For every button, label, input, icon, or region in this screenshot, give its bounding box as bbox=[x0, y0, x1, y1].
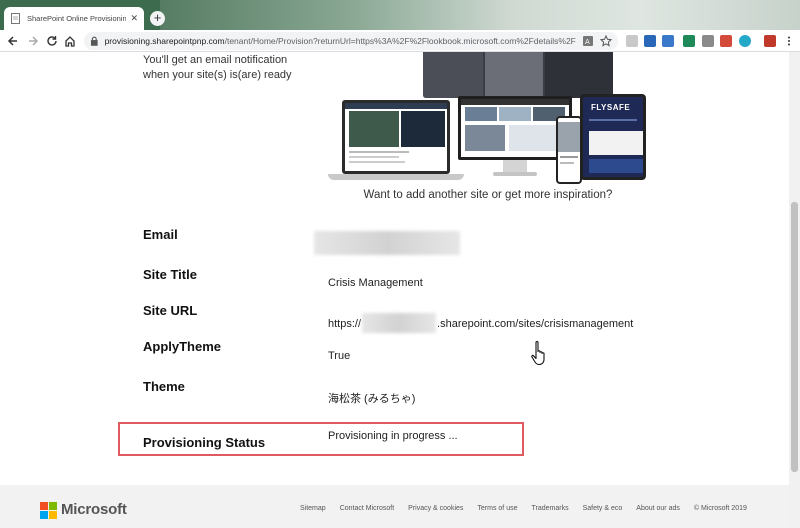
hero-background-panel bbox=[423, 52, 613, 98]
phone-device bbox=[556, 116, 582, 184]
scrollbar-thumb[interactable] bbox=[791, 202, 798, 472]
url-path: /tenant/Home/Provision?returnUrl=https%3… bbox=[224, 36, 576, 46]
footer-link-sitemap[interactable]: Sitemap bbox=[300, 505, 326, 512]
extension-icon[interactable] bbox=[683, 35, 695, 47]
browser-toolbar: provisioning.sharepointpnp.com/tenant/Ho… bbox=[0, 30, 800, 52]
email-value-redacted bbox=[314, 231, 460, 255]
tenant-name-redacted bbox=[362, 313, 437, 333]
tab-title: SharePoint Online Provisioning bbox=[27, 14, 127, 23]
site-title-value: Crisis Management bbox=[328, 277, 423, 289]
provisioning-status-label: Provisioning Status bbox=[143, 435, 266, 450]
extension-icon[interactable] bbox=[720, 35, 732, 47]
footer-link-privacy[interactable]: Privacy & cookies bbox=[408, 505, 463, 512]
hero-caption: Want to add another site or get more ins… bbox=[363, 189, 613, 201]
lock-icon bbox=[90, 36, 98, 46]
translate-icon[interactable]: A bbox=[582, 35, 594, 47]
footer-copyright: © Microsoft 2019 bbox=[693, 505, 747, 512]
home-icon bbox=[65, 36, 75, 47]
site-url-label: Site URL bbox=[143, 303, 198, 318]
vertical-scrollbar[interactable] bbox=[789, 52, 800, 528]
arrow-right-icon bbox=[29, 36, 39, 46]
monitor-device bbox=[458, 96, 572, 176]
theme-value: 海松茶 (みるちゃ) bbox=[328, 393, 416, 405]
extension-icon[interactable] bbox=[626, 35, 638, 47]
star-icon[interactable] bbox=[600, 35, 612, 47]
site-url-suffix: .sharepoint.com/sites/crisismanagement bbox=[437, 318, 634, 330]
microsoft-logo-icon bbox=[40, 502, 57, 519]
site-url-value: https:// .sharepoint.com/sites/crisismana… bbox=[328, 313, 633, 333]
menu-button[interactable] bbox=[780, 32, 798, 50]
tablet-logo-text: FLYSAFE bbox=[591, 103, 631, 112]
theme-label: Theme bbox=[143, 379, 185, 394]
extension-icon[interactable] bbox=[662, 35, 674, 47]
svg-text:A: A bbox=[585, 38, 590, 46]
extension-icon[interactable] bbox=[739, 35, 751, 47]
new-tab-button[interactable]: + bbox=[150, 11, 165, 26]
extension-icon[interactable] bbox=[702, 35, 714, 47]
microsoft-wordmark: Microsoft bbox=[61, 501, 127, 518]
url-text: provisioning.sharepointpnp.com/tenant/Ho… bbox=[105, 36, 576, 46]
hero-devices-image: FLYSAFE bbox=[328, 52, 648, 186]
site-title-label: Site Title bbox=[143, 267, 197, 282]
close-icon[interactable]: ✕ bbox=[130, 13, 138, 24]
apply-theme-value: True bbox=[328, 350, 351, 362]
reload-icon bbox=[47, 36, 57, 46]
email-label: Email bbox=[143, 227, 178, 242]
forward-button[interactable] bbox=[24, 32, 42, 50]
email-notification-text: You'll get an email notification when yo… bbox=[143, 54, 292, 81]
site-url-prefix: https:// bbox=[328, 318, 362, 330]
footer-link-safety[interactable]: Safety & eco bbox=[583, 505, 623, 512]
browser-tab[interactable]: SharePoint Online Provisioning ✕ bbox=[4, 7, 144, 30]
home-button[interactable] bbox=[61, 32, 79, 50]
footer-link-ads[interactable]: About our ads bbox=[636, 505, 680, 512]
tab-strip-background bbox=[160, 0, 800, 30]
footer-links: Sitemap Contact Microsoft Privacy & cook… bbox=[300, 505, 747, 512]
laptop-device bbox=[328, 100, 464, 182]
footer-link-terms[interactable]: Terms of use bbox=[477, 505, 517, 512]
profile-icon[interactable] bbox=[764, 35, 776, 47]
browser-tab-strip: SharePoint Online Provisioning ✕ + bbox=[0, 0, 800, 30]
url-host: provisioning.sharepointpnp.com bbox=[104, 36, 225, 46]
footer-link-contact[interactable]: Contact Microsoft bbox=[340, 505, 394, 512]
footer-link-trademarks[interactable]: Trademarks bbox=[531, 505, 568, 512]
apply-theme-label: ApplyTheme bbox=[143, 339, 222, 354]
more-vertical-icon bbox=[788, 36, 790, 46]
address-bar[interactable]: provisioning.sharepointpnp.com/tenant/Ho… bbox=[84, 32, 618, 50]
back-button[interactable] bbox=[4, 32, 22, 50]
page-footer: Microsoft Sitemap Contact Microsoft Priv… bbox=[0, 485, 789, 528]
arrow-left-icon bbox=[7, 36, 17, 46]
page-icon bbox=[11, 13, 20, 24]
reload-button[interactable] bbox=[43, 32, 61, 50]
extension-icon[interactable] bbox=[644, 35, 656, 47]
tablet-device: FLYSAFE bbox=[580, 94, 646, 180]
hand-cursor-icon bbox=[531, 341, 545, 366]
provisioning-status-value: Provisioning in progress ... bbox=[328, 430, 458, 442]
